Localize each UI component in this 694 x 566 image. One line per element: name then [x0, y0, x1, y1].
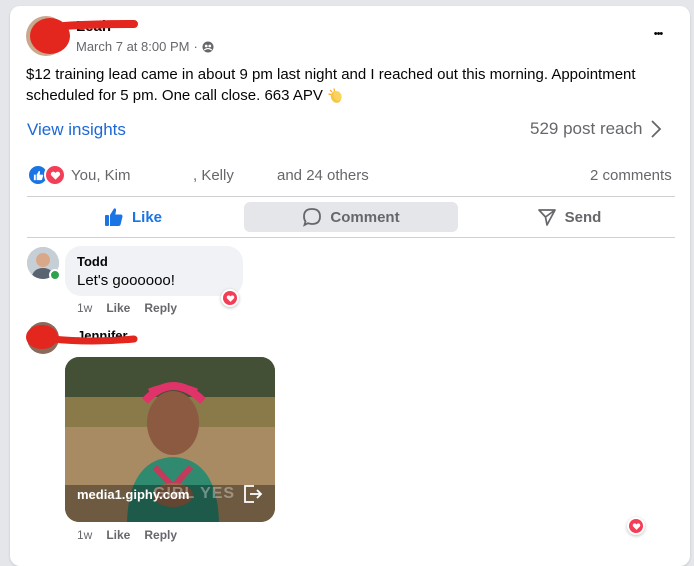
love-reaction-icon: [44, 164, 66, 186]
thumbs-up-icon: [104, 208, 123, 226]
comment-age[interactable]: 1w: [77, 528, 92, 542]
comment-text-todd: Let's goooooo!: [77, 272, 175, 289]
like-button-label: Like: [131, 208, 162, 226]
reaction-icons[interactable]: [27, 164, 66, 186]
like-button[interactable]: Like: [27, 202, 239, 232]
gif-source-label: media1.giphy.com: [77, 487, 190, 502]
comment-reaction-badge[interactable]: [221, 289, 239, 307]
comment-bubble-icon: [303, 208, 322, 227]
redaction-mark: [30, 18, 138, 54]
send-icon: [537, 209, 556, 226]
comment-actions-jennifer: 1w Like Reply: [77, 528, 177, 542]
post-text-line2: scheduled for 5 pm. One call close. 663 …: [26, 87, 323, 104]
post-text-line2-wrap: scheduled for 5 pm. One call close. 663 …: [26, 85, 676, 106]
post-card: Leah March 7 at 8:00 PM · ••• $12 traini…: [10, 6, 690, 566]
actions-top-divider: [27, 196, 675, 197]
love-reaction-icon: [629, 519, 643, 533]
love-reaction-icon: [223, 291, 237, 305]
reaction-name2: , Kelly: [193, 167, 234, 184]
actions-bottom-divider: [27, 237, 675, 238]
reaction-others: and 24 others: [277, 167, 369, 184]
clapping-hands-icon: [328, 87, 342, 103]
comment-button-label: Comment: [330, 208, 400, 226]
post-meta: March 7 at 8:00 PM ·: [76, 39, 214, 54]
reaction-name1: You, Kim: [71, 167, 131, 184]
privacy-friends-icon[interactable]: [202, 41, 214, 53]
send-button[interactable]: Send: [463, 202, 675, 232]
redaction-mark: [26, 325, 138, 349]
chevron-right-icon: [651, 120, 662, 138]
comment-author-todd[interactable]: Todd: [77, 254, 108, 269]
view-insights-link[interactable]: View insights: [27, 120, 126, 140]
gif-attachment[interactable]: GIRL YES media1.giphy.com: [65, 357, 275, 522]
post-text-line1: $12 training lead came in about 9 pm las…: [26, 66, 636, 83]
post-reach-label: 529 post reach: [530, 119, 643, 138]
comment-bubble-todd: Todd Let's goooooo!: [65, 246, 243, 296]
post-timestamp[interactable]: March 7 at 8:00 PM: [76, 39, 189, 54]
comment-reply-button[interactable]: Reply: [144, 301, 177, 315]
more-options-button[interactable]: •••: [638, 22, 678, 46]
comment-like-button[interactable]: Like: [106, 301, 130, 315]
comment-reply-button[interactable]: Reply: [144, 528, 177, 542]
comment-like-button[interactable]: Like: [106, 528, 130, 542]
comments-count-link[interactable]: 2 comments: [590, 167, 672, 184]
meta-separator: ·: [193, 39, 198, 54]
post-reach-link[interactable]: 529 post reach: [530, 119, 662, 139]
more-options-icon: •••: [653, 28, 664, 40]
comment-age[interactable]: 1w: [77, 301, 92, 315]
open-external-icon[interactable]: [241, 483, 263, 505]
comment-reaction-badge[interactable]: [627, 517, 645, 535]
post-body: $12 training lead came in about 9 pm las…: [26, 64, 676, 106]
comment-actions-todd: 1w Like Reply: [77, 301, 177, 315]
comment-button[interactable]: Comment: [244, 202, 458, 232]
send-button-label: Send: [564, 208, 602, 226]
online-status-dot: [49, 269, 61, 281]
